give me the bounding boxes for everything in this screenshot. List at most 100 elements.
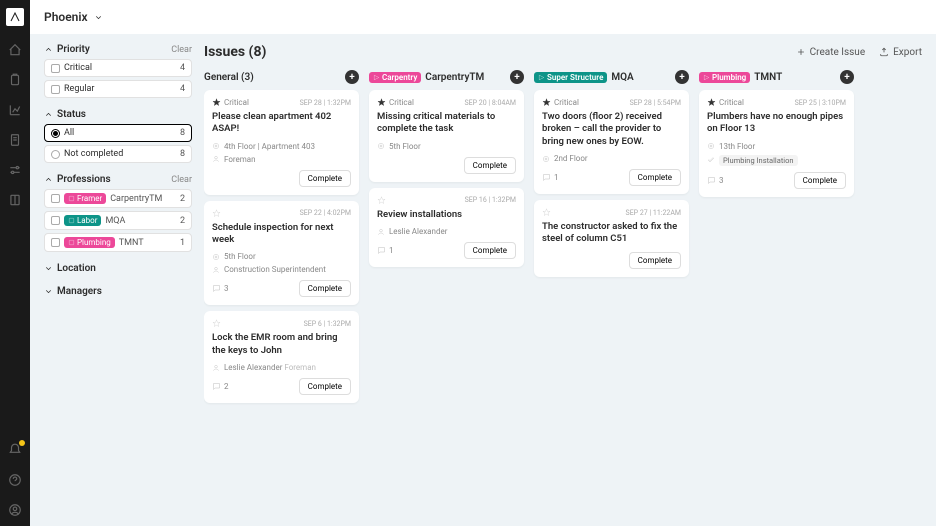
filter-status-head[interactable]: Status [44, 109, 192, 120]
issue-card[interactable]: SEP 16 | 1:32PM Review installations Les… [369, 188, 524, 267]
checkbox[interactable] [51, 238, 60, 247]
card-date: SEP 27 | 11:22AM [626, 209, 681, 217]
issue-card[interactable]: CriticalSEP 28 | 5:54PM Two doors (floor… [534, 90, 689, 194]
content: Priority Clear Critical4Regular4 Status … [30, 34, 936, 526]
filter-managers-head[interactable]: Managers [44, 286, 192, 297]
priority-indicator: Critical [707, 98, 744, 107]
complete-button[interactable]: Complete [464, 157, 516, 174]
issue-card[interactable]: CriticalSEP 28 | 1:32PM Please clean apa… [204, 90, 359, 195]
clear-professions[interactable]: Clear [171, 175, 192, 185]
comments-count[interactable]: 3 [707, 176, 724, 185]
checkbox[interactable] [51, 216, 60, 225]
card-title: Schedule inspection for next week [212, 222, 351, 247]
comments-count[interactable]: 3 [212, 284, 229, 293]
star-icon[interactable] [212, 209, 221, 218]
column-title: CarpentryTM [425, 72, 484, 83]
star-icon[interactable] [212, 319, 221, 328]
board-column: PlumbingTMNT+ CriticalSEP 25 | 3:10PM Pl… [699, 70, 854, 197]
card-title: Review installations [377, 209, 516, 221]
home-icon[interactable] [7, 42, 23, 58]
chart-icon[interactable] [7, 102, 23, 118]
priority-indicator [377, 196, 386, 205]
sliders-icon[interactable] [7, 162, 23, 178]
add-card-button[interactable]: + [510, 70, 524, 84]
add-card-button[interactable]: + [345, 70, 359, 84]
priority-indicator: Critical [212, 98, 249, 107]
complete-button[interactable]: Complete [629, 169, 681, 186]
filter-item[interactable]: All8 [44, 124, 192, 142]
card-meta: 5th Floor [212, 252, 351, 261]
card-date: SEP 25 | 3:10PM [795, 99, 846, 107]
chevron-down-icon [94, 13, 103, 22]
comments-count[interactable]: 2 [212, 382, 229, 391]
card-date: SEP 22 | 4:02PM [300, 209, 351, 217]
column-header: Super StructureMQA+ [534, 70, 689, 84]
complete-button[interactable]: Complete [299, 378, 351, 395]
plus-icon [796, 47, 806, 57]
checkbox[interactable] [51, 85, 60, 94]
filter-priority-head[interactable]: Priority Clear [44, 44, 192, 55]
board-area: Issues (8) Create Issue Export General (… [204, 44, 922, 516]
card-date: SEP 20 | 8:04AM [464, 99, 516, 107]
filter-location-head[interactable]: Location [44, 263, 192, 274]
issue-card[interactable]: SEP 22 | 4:02PM Schedule inspection for … [204, 201, 359, 306]
bell-icon[interactable] [7, 442, 23, 458]
profession-tag: Plumbing [64, 237, 115, 248]
filter-item[interactable]: FramerCarpentryTM2 [44, 189, 192, 208]
export-icon [879, 47, 889, 57]
star-icon[interactable] [377, 196, 386, 205]
complete-button[interactable]: Complete [464, 242, 516, 259]
complete-button[interactable]: Complete [629, 252, 681, 269]
comments-count[interactable]: 1 [377, 246, 394, 255]
issue-card[interactable]: Critical SEP 20 | 8:04AM Missing critical… [369, 90, 524, 182]
create-issue-button[interactable]: Create Issue [796, 47, 865, 58]
filter-item[interactable]: LaborMQA2 [44, 211, 192, 230]
add-card-button[interactable]: + [675, 70, 689, 84]
page-title: Issues (8) [204, 44, 266, 60]
issue-card[interactable]: Critical SEP 25 | 3:10PM Plumbers have no… [699, 90, 854, 197]
issue-card[interactable]: SEP 6 | 1:32PM Lock the EMR room and bri… [204, 311, 359, 403]
column-header: PlumbingTMNT+ [699, 70, 854, 84]
priority-indicator: Critical [377, 98, 414, 107]
app-logo[interactable] [6, 8, 24, 26]
clipboard-icon[interactable] [7, 72, 23, 88]
card-meta: 4th Floor | Apartment 403 [212, 142, 351, 151]
priority-indicator [542, 208, 551, 217]
book-icon[interactable] [7, 192, 23, 208]
project-selector[interactable]: Phoenix [44, 10, 103, 24]
filter-item[interactable]: Not completed8 [44, 145, 192, 163]
board-column: General (3)+ CriticalSEP 28 | 1:32PM Ple… [204, 70, 359, 403]
star-icon[interactable] [542, 208, 551, 217]
filter-item[interactable]: Regular4 [44, 80, 192, 98]
filter-item[interactable]: PlumbingTMNT1 [44, 233, 192, 252]
main-area: Phoenix Priority Clear Critical4 Regular4… [30, 0, 936, 526]
card-meta: 13th Floor [707, 142, 846, 151]
board-column: CarpentryCarpentryTM+ CriticalSEP 20 | 8… [369, 70, 524, 267]
card-date: SEP 16 | 1:32PM [465, 196, 516, 204]
checkbox[interactable] [51, 194, 60, 203]
radio[interactable] [51, 150, 60, 159]
checkbox[interactable] [51, 64, 60, 73]
star-icon [707, 98, 716, 107]
help-icon[interactable] [7, 472, 23, 488]
document-icon[interactable] [7, 132, 23, 148]
star-icon [377, 98, 386, 107]
complete-button[interactable]: Complete [299, 280, 351, 297]
board-column: Super StructureMQA+ CriticalSEP 28 | 5:5… [534, 70, 689, 277]
comments-count[interactable]: 1 [542, 173, 559, 182]
card-title: Plumbers have no enough pipes on Floor 1… [707, 111, 846, 136]
export-button[interactable]: Export [879, 47, 922, 58]
filter-professions-head[interactable]: Professions Clear [44, 174, 192, 185]
complete-button[interactable]: Complete [794, 172, 846, 189]
complete-button[interactable]: Complete [299, 170, 351, 187]
chevron-up-icon [44, 45, 53, 54]
radio[interactable] [51, 129, 60, 138]
add-card-button[interactable]: + [840, 70, 854, 84]
column-title: TMNT [754, 72, 782, 83]
account-icon[interactable] [7, 502, 23, 518]
issue-card[interactable]: SEP 27 | 11:22AM The constructor asked t… [534, 200, 689, 277]
chevron-up-icon [44, 110, 53, 119]
card-title: Missing critical materials to complete t… [377, 111, 516, 136]
filter-item[interactable]: Critical4 [44, 59, 192, 77]
clear-priority[interactable]: Clear [171, 45, 192, 55]
